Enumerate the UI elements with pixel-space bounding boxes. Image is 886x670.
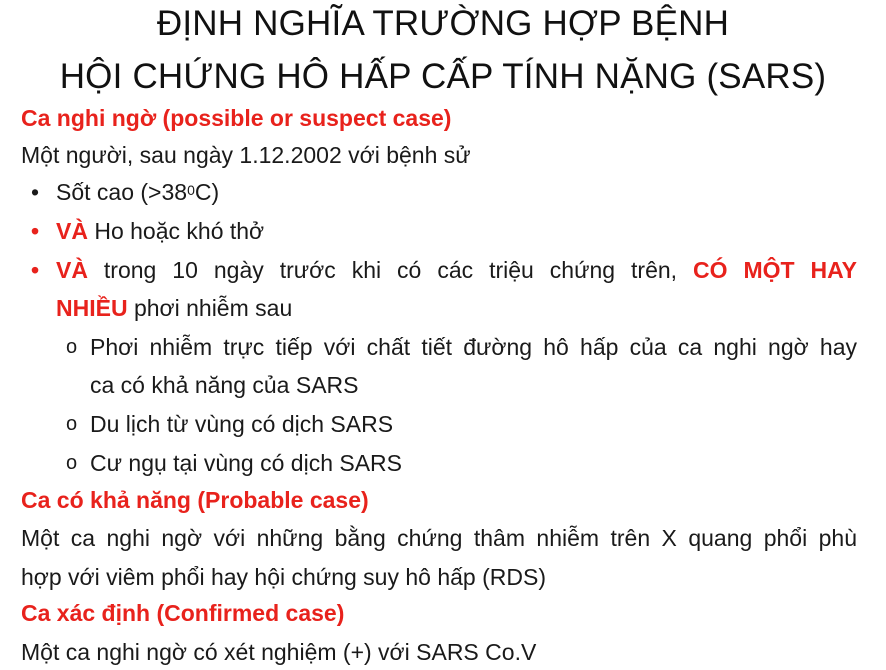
exposure-sub-2: Du lịch từ vùng có dịch SARS [90,411,394,437]
probable-case-line-2: hợp với viêm phổi hay hội chứng suy hô h… [21,564,546,590]
exposure-criterion-line-1: VÀ trong 10 ngày trước khi có các triệu … [56,256,857,284]
exposure-sub-3: Cư ngụ tại vùng có dịch SARS [90,450,403,476]
circle-marker: o [66,452,78,474]
fever-degree-sup: 0 [187,182,195,198]
one-or-more-label: CÓ MỘT HAY [693,257,857,283]
probable-case-line-1: Một ca nghi ngờ với những bằng chứng thâ… [21,525,857,551]
confirmed-case-heading: Ca xác định (Confirmed case) [21,600,345,626]
exposure-text: trong 10 ngày trước khi có các triệu chứ… [87,257,694,283]
suspect-case-intro: Một người, sau ngày 1.12.2002 với bệnh s… [21,142,471,168]
fever-text-post: C) [194,179,220,205]
circle-marker: o [66,336,78,358]
bullet-marker-red: • [31,257,40,283]
fever-text-pre: Sốt cao (>38 [56,179,188,205]
page-title-line-1: ĐỊNH NGHĨA TRƯỜNG HỢP BỆNH [156,4,730,43]
exposure-sub-1-line-2: ca có khả năng của SARS [90,372,359,398]
and-label: VÀ [56,257,88,283]
bullet-marker-red: • [31,218,40,244]
page-title-line-2: HỘI CHỨNG HÔ HẤP CẤP TÍNH NẶNG (SARS) [59,57,827,96]
suspect-case-heading: Ca nghi ngờ (possible or suspect case) [21,105,452,131]
and-label: VÀ [56,218,88,244]
exposure-after-text: phơi nhiễm sau [127,295,293,321]
probable-case-heading: Ca có khả năng (Probable case) [21,487,369,513]
exposure-sub-1-line-1: Phơi nhiễm trực tiếp với chất tiết đường… [90,334,857,360]
cough-criterion: VÀ Ho hoặc khó thở [56,217,857,245]
bullet-marker: • [31,179,40,205]
circle-marker: o [66,413,78,435]
fever-criterion: Sốt cao (>380C) [56,178,857,206]
one-or-more-label-cont: NHIỀU [56,295,128,321]
confirmed-case-line-1: Một ca nghi ngờ có xét nghiệm (+) với SA… [21,639,537,665]
cough-text: Ho hoặc khó thở [87,218,265,244]
exposure-criterion-line-2: NHIỀU phơi nhiễm sau [56,294,857,322]
